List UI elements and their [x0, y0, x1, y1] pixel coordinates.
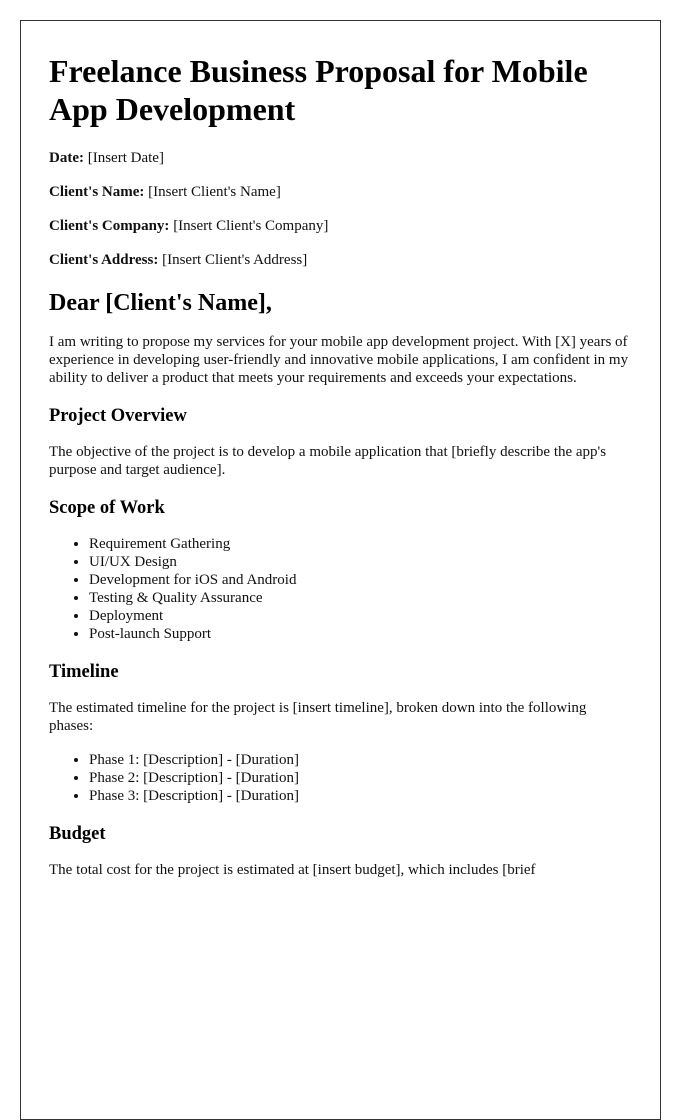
- scope-item: UI/UX Design: [89, 553, 632, 571]
- scope-list: Requirement Gathering UI/UX Design Devel…: [49, 535, 632, 643]
- meta-client-company-value: [Insert Client's Company]: [173, 218, 329, 234]
- meta-date-value: [Insert Date]: [87, 150, 164, 166]
- section-heading-project-overview: Project Overview: [49, 406, 187, 426]
- meta-date: Date: [Insert Date]: [49, 149, 632, 167]
- scope-item: Post-launch Support: [89, 625, 632, 643]
- meta-client-name-label: Client's Name:: [49, 184, 145, 200]
- timeline-phase-item: Phase 2: [Description] - [Duration]: [89, 769, 632, 787]
- intro-paragraph: I am writing to propose my services for …: [49, 334, 629, 386]
- timeline-phase-item: Phase 3: [Description] - [Duration]: [89, 787, 632, 805]
- scope-item: Development for iOS and Android: [89, 571, 632, 589]
- timeline-text: The estimated timeline for the project i…: [49, 700, 587, 734]
- project-overview-text: The objective of the project is to devel…: [49, 444, 607, 478]
- scope-item: Requirement Gathering: [89, 535, 632, 553]
- proposal-document: Freelance Business Proposal for Mobile A…: [20, 20, 661, 1120]
- timeline-phase-item: Phase 1: [Description] - [Duration]: [89, 751, 632, 769]
- meta-client-name-value: [Insert Client's Name]: [148, 184, 281, 200]
- scope-item: Deployment: [89, 607, 632, 625]
- scope-item: Testing & Quality Assurance: [89, 589, 632, 607]
- section-heading-scope-of-work: Scope of Work: [49, 498, 165, 518]
- meta-client-address: Client's Address: [Insert Client's Addre…: [49, 251, 632, 269]
- meta-client-name: Client's Name: [Insert Client's Name]: [49, 183, 632, 201]
- budget-text: The total cost for the project is estima…: [49, 862, 536, 878]
- salutation: Dear [Client's Name],: [49, 290, 272, 316]
- section-heading-budget: Budget: [49, 824, 106, 844]
- timeline-phase-list: Phase 1: [Description] - [Duration] Phas…: [49, 751, 632, 805]
- meta-client-address-value: [Insert Client's Address]: [162, 252, 308, 268]
- meta-date-label: Date:: [49, 150, 84, 166]
- meta-client-company: Client's Company: [Insert Client's Compa…: [49, 217, 632, 235]
- document-title: Freelance Business Proposal for Mobile A…: [49, 53, 588, 127]
- section-heading-timeline: Timeline: [49, 662, 119, 682]
- meta-client-company-label: Client's Company:: [49, 218, 170, 234]
- meta-client-address-label: Client's Address:: [49, 252, 159, 268]
